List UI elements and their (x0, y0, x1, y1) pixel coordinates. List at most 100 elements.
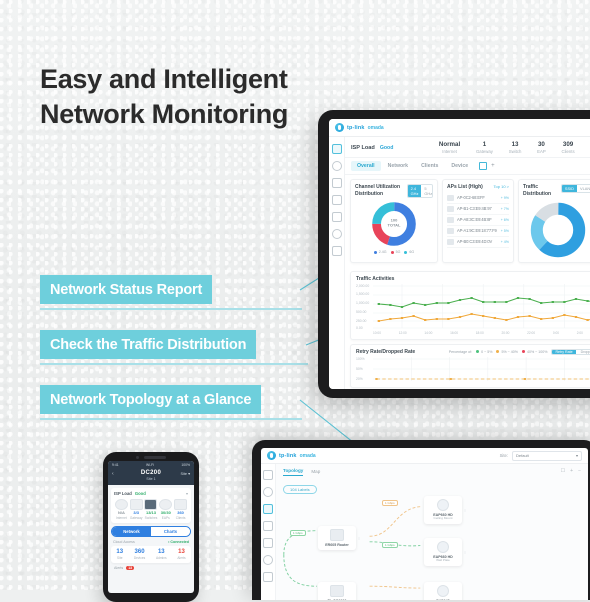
callout-network-status-report[interactable]: Network Status Report (40, 275, 213, 304)
toggle-5ghz[interactable]: 5 GHz (421, 185, 432, 198)
stat-eap[interactable]: 30 EAP (537, 141, 546, 154)
list-item[interactable]: AP-B1-C3:E9:4B:97 + 7% (447, 204, 509, 215)
x-tick: 0:00 (552, 330, 560, 335)
omada-logo[interactable]: tp-link omada (335, 123, 384, 132)
status-time: 9:41 (112, 462, 119, 467)
stat-value: 13 (178, 548, 185, 555)
stat-value: 1 (482, 141, 487, 148)
legend-item: 40% ~ 100% (521, 349, 548, 354)
stat-internet[interactable]: Normal Internet (439, 141, 460, 154)
phone-view-toggle[interactable]: Network Charts (111, 525, 191, 537)
device-stat-clients[interactable]: 360 Clients (173, 499, 188, 520)
legend-label: 40% ~ 100% (526, 349, 548, 354)
chevron-down-icon[interactable]: ▾ (186, 491, 188, 496)
switch-icon (144, 499, 158, 510)
x-tick: 2:00 (576, 330, 583, 335)
device-stat-gateway[interactable]: 3/3 Gateway (129, 499, 144, 520)
retry-rate-toggle[interactable]: Retry Rate Dropped Rate (551, 348, 590, 355)
topology-tabs: Topology Map (276, 464, 588, 478)
node-menu-icon[interactable]: ⋮ (463, 550, 467, 555)
topology-topbar: tp-link omada Site: Default ▾ (261, 448, 588, 464)
aps-top-link[interactable]: Top 10 > (494, 184, 509, 189)
topology-node-ap-ceiling[interactable]: EAP660 HD Ceiling Mount ⋮ (424, 496, 467, 525)
phone-summary-numbers: 13 Site 360 Devices 13 Admins 13 Alerts (111, 545, 191, 563)
tab-overall[interactable]: Overall (351, 161, 381, 172)
sidebar-item-settings[interactable] (331, 229, 342, 239)
site-selector[interactable]: Site ▾ (180, 471, 190, 476)
traffic-view-toggle[interactable]: SSID VLAN/Net (560, 184, 590, 194)
topology-node-router[interactable]: ER605 Router ⋮ (318, 526, 361, 551)
toggle-ssid[interactable]: SSID (561, 185, 577, 193)
sidebar-item-clients[interactable] (263, 538, 273, 548)
ap-meta: + 9% (500, 195, 509, 200)
sidebar-item-topology[interactable] (263, 504, 273, 514)
tab-clients[interactable]: Clients (415, 161, 444, 171)
sidebar-item-statistics[interactable] (331, 161, 342, 171)
sidebar-item-insight[interactable] (263, 555, 273, 565)
sidebar-item-devices[interactable] (331, 178, 342, 188)
summary-devices[interactable]: 360 Devices (134, 549, 145, 560)
stat-gateway[interactable]: 1 Gateway (476, 141, 493, 154)
toggle-dropped-rate[interactable]: Dropped Rate (577, 349, 590, 354)
front-camera-icon (136, 456, 139, 459)
stat-clients[interactable]: 309 Clients (562, 141, 575, 154)
topology-node-ap-wall[interactable]: EAP660 HD Wall Plate ⋮ (424, 538, 467, 567)
dashboard-cards-row: Channel Utilization Distribution 2.4 GHz… (345, 175, 590, 267)
device-icon (447, 205, 454, 212)
card-header: Retry Rate/Dropped Rate Percentage of: 0… (356, 348, 590, 355)
sidebar-item-logs[interactable] (331, 246, 342, 256)
sidebar-item-dashboard[interactable] (263, 470, 273, 480)
node-menu-icon[interactable]: ⋮ (463, 508, 467, 513)
stat-label: Internet (115, 515, 127, 520)
device-stat-eaps[interactable]: 30/30 EAPs (158, 499, 173, 520)
edit-layout-icon[interactable] (479, 162, 488, 171)
toggle-retry-rate[interactable]: Retry Rate (552, 349, 576, 354)
toggle-vlan[interactable]: VLAN/Net (576, 185, 590, 193)
tplink-logo-icon (335, 123, 344, 132)
add-widget-icon[interactable]: + (491, 163, 495, 169)
tab-network[interactable]: Network (382, 161, 414, 171)
topology-node-switch[interactable]: TL-SG2008 Switch (318, 582, 356, 600)
topology-canvas[interactable]: ER605 Router ⋮ EAP660 HD Ceiling Mount ⋮… (276, 490, 588, 600)
toggle-network[interactable]: Network (112, 526, 151, 536)
callout-traffic-distribution[interactable]: Check the Traffic Distribution (40, 330, 257, 359)
summary-site[interactable]: 13 Site (116, 549, 123, 560)
back-icon[interactable]: ‹ (112, 471, 114, 477)
node-subtitle: Ceiling Mount (433, 516, 453, 521)
sidebar-item-devices[interactable] (263, 521, 273, 531)
sidebar-item-insight[interactable] (331, 212, 342, 222)
list-item[interactable]: AP-A1:9C:E9:18:77:F9 + 5% (447, 226, 509, 237)
zoom-out-icon[interactable]: − (578, 468, 581, 474)
site-dropdown[interactable]: Default ▾ (512, 450, 582, 461)
summary-admins[interactable]: 13 Admins (156, 549, 167, 560)
stat-label: Switches (144, 515, 158, 520)
tab-map[interactable]: Map (311, 469, 320, 476)
list-item[interactable]: AP-B0:C3:E9:4D:0V + 4% (447, 237, 509, 248)
toggle-24ghz[interactable]: 2.4 GHz (407, 185, 422, 198)
card-title: Channel Utilization Distribution (355, 184, 400, 197)
topology-node-ap-outdoor[interactable]: EAP245 Outdoor (424, 582, 462, 600)
toggle-charts[interactable]: Charts (151, 526, 190, 536)
summary-alerts[interactable]: 13 Alerts (177, 549, 185, 560)
list-item[interactable]: AP-A8:3C:E9:4B:8F + 6% (447, 215, 509, 226)
callout-network-topology[interactable]: Network Topology at a Glance (40, 385, 262, 414)
channel-band-toggle[interactable]: 2.4 GHz 5 GHz (406, 184, 433, 199)
device-stat-switches[interactable]: 13/13 Switches (144, 499, 159, 520)
device-stat-internet[interactable]: N/A Internet (114, 499, 129, 520)
zoom-in-icon[interactable]: + (570, 468, 573, 474)
list-item[interactable]: AP-0C2-68:EFF + 9% (447, 193, 509, 204)
x-axis-ticks: 10:00 12:00 14:00 16:00 18:00 20:00 22:0… (356, 331, 590, 335)
fullscreen-icon[interactable]: ☐ (561, 468, 565, 474)
omada-logo[interactable]: tp-link omada (267, 451, 316, 460)
phone-alerts-row[interactable]: Alerts 13 (108, 563, 194, 573)
dashboard-screen: tp-link omada ISP Load Good Normal Inter… (329, 119, 590, 389)
sidebar-item-statistics[interactable] (263, 487, 273, 497)
sidebar-item-dashboard[interactable] (331, 144, 342, 154)
stat-switch[interactable]: 13 Switch (509, 141, 522, 154)
phone-speaker-area (136, 456, 166, 459)
sidebar-item-clients[interactable] (331, 195, 342, 205)
tab-topology[interactable]: Topology (283, 468, 304, 476)
sidebar-item-settings[interactable] (263, 572, 273, 582)
node-menu-icon[interactable]: ⋮ (357, 536, 361, 541)
tab-device[interactable]: Device (445, 161, 474, 171)
